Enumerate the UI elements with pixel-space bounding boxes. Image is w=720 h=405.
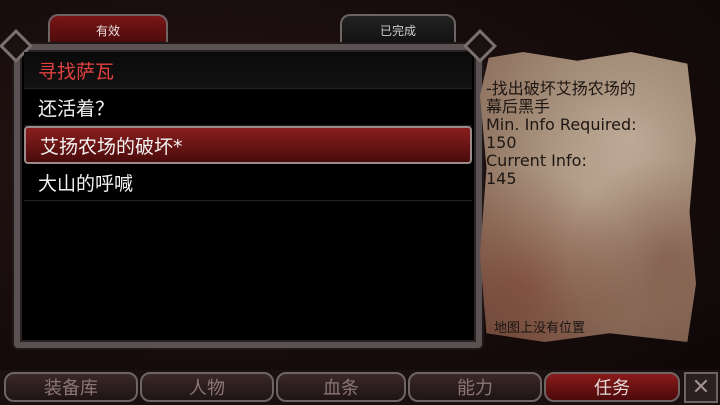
quest-objective-line: 幕后黑手 [486, 97, 551, 116]
quest-detail-text: -找出破坏艾扬农场的 幕后黑手 Min. Info Required: 150 … [486, 80, 686, 188]
tab-quests[interactable]: 任务 [544, 372, 680, 402]
tab-active[interactable]: 有效 [48, 14, 168, 44]
close-icon[interactable]: ✕ [684, 372, 718, 403]
min-info-label: Min. Info Required: [486, 115, 637, 134]
quest-item[interactable]: 还活着？ [24, 89, 472, 126]
current-info-value: 145 [486, 169, 517, 188]
quest-objective-line: -找出破坏艾扬农场的 [486, 79, 636, 98]
tab-inventory[interactable]: 装备库 [4, 372, 138, 402]
quest-list: 寻找萨瓦 还活着？ 艾扬农场的破坏* 大山的呼喊 [24, 52, 472, 201]
quest-screen: 有效 已完成 寻找萨瓦 还活着？ 艾扬农场的破坏* 大山的呼喊 -找出破坏艾扬农… [0, 0, 720, 405]
tab-health[interactable]: 血条 [276, 372, 406, 402]
quest-item-selected[interactable]: 艾扬农场的破坏* [24, 126, 472, 164]
quest-item[interactable]: 寻找萨瓦 [24, 52, 472, 89]
min-info-value: 150 [486, 133, 517, 152]
location-note: 地图上没有位置 [494, 321, 586, 336]
quest-list-panel: 寻找萨瓦 还活着？ 艾扬农场的破坏* 大山的呼喊 [14, 44, 482, 348]
quest-item[interactable]: 大山的呼喊 [24, 164, 472, 201]
tab-character[interactable]: 人物 [140, 372, 274, 402]
current-info-label: Current Info: [486, 151, 587, 170]
tab-abilities[interactable]: 能力 [408, 372, 542, 402]
tab-completed[interactable]: 已完成 [340, 14, 456, 44]
